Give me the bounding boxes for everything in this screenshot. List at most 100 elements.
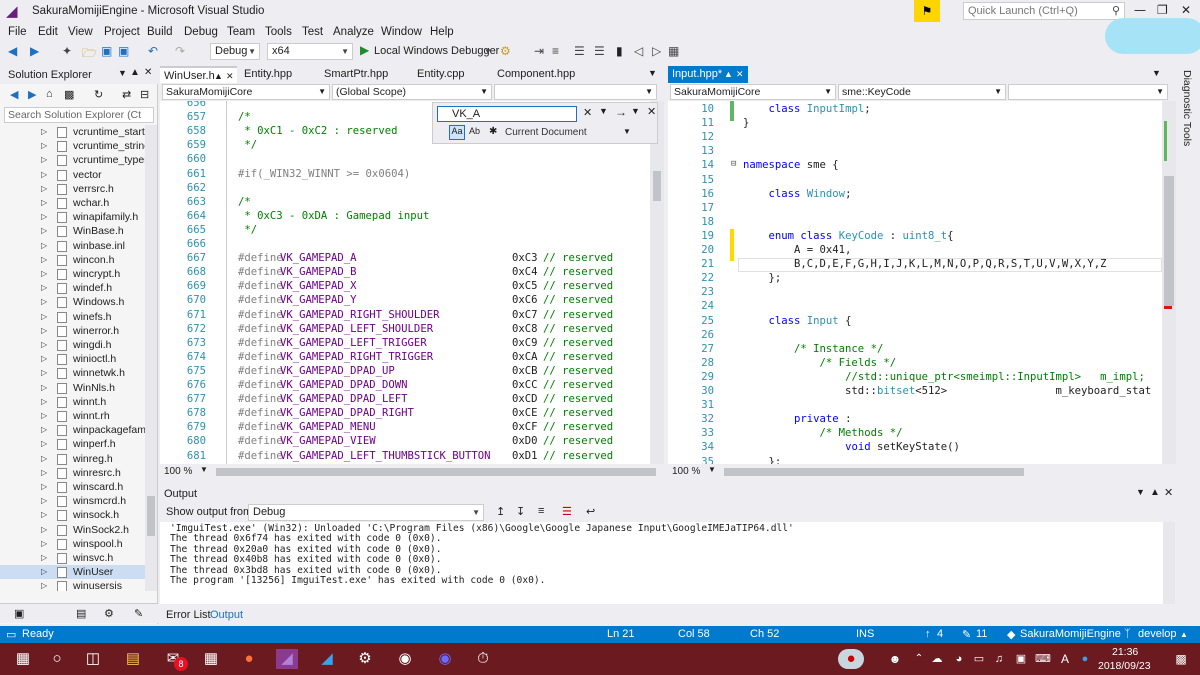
clock-date[interactable]: 2018/09/23 (1098, 660, 1151, 672)
expand-icon[interactable]: ▷ (41, 551, 47, 565)
expand-icon[interactable]: ▷ (41, 139, 47, 153)
tree-item[interactable]: ▷ wincon.h (0, 253, 145, 267)
tree-item[interactable]: ▷ winusersis (0, 579, 145, 591)
branch-icon[interactable]: ᛉ (1124, 628, 1131, 640)
tab-entity-hpp[interactable]: Entity.hpp (240, 66, 292, 83)
volume-icon[interactable]: ♫ (988, 649, 1010, 669)
expand-icon[interactable]: ▷ (41, 381, 47, 395)
tree-item[interactable]: ▷ winioctl.h (0, 352, 145, 366)
property-manager-tab-icon[interactable]: ⚙ (104, 607, 114, 620)
expand-icon[interactable]: ▷ (41, 338, 47, 352)
tree-item[interactable]: ▷ vcruntime_string. (0, 139, 145, 153)
tree-item[interactable]: ▷ winsvc.h (0, 551, 145, 565)
step-icon[interactable]: ⇥ (534, 44, 544, 58)
zoom-dropdown-icon[interactable]: ▼ (708, 465, 716, 474)
tab-entity-cpp[interactable]: Entity.cpp (413, 66, 465, 83)
left-code-editor[interactable]: 656 657/* 658 * 0xC1 - 0xC2 : reserved 659 … (160, 101, 650, 464)
keyboard-icon[interactable]: ⌨ (1032, 649, 1054, 669)
scope-select[interactable]: sme::KeyCode ▼ (838, 84, 1006, 100)
expand-icon[interactable]: ▷ (41, 480, 47, 494)
branch-name[interactable]: develop (1138, 628, 1177, 640)
menu-analyze[interactable]: Analyze (333, 26, 374, 38)
expand-icon[interactable]: ▷ (41, 210, 47, 224)
close-icon[interactable]: ✕ (1164, 486, 1173, 499)
menu-test[interactable]: Test (302, 26, 323, 38)
collapse-icon[interactable]: ⊟ (731, 159, 736, 169)
scrollbar-thumb[interactable] (147, 496, 155, 536)
expand-icon[interactable]: ▷ (41, 182, 47, 196)
scrollbar-thumb[interactable] (653, 171, 661, 201)
close-icon[interactable]: ✕ (736, 66, 744, 83)
repo-name[interactable]: SakuraMomijiEngine (1020, 628, 1121, 640)
menu-view[interactable]: View (68, 26, 93, 38)
tree-item[interactable]: ▷ winnt.h (0, 395, 145, 409)
clock-time[interactable]: 21:36 (1112, 646, 1138, 658)
format-icon[interactable]: ≡ (552, 44, 559, 58)
vertical-scrollbar[interactable] (1162, 101, 1176, 464)
run-button-label[interactable]: Local Windows Debugger (374, 45, 499, 57)
project-select[interactable]: SakuraMomijiCore ▼ (162, 84, 330, 100)
horizontal-scrollbar[interactable] (216, 468, 656, 476)
scrollbar-thumb[interactable] (1164, 176, 1174, 306)
find-dropdown-icon[interactable]: ▼ (599, 106, 608, 116)
comment-icon[interactable]: ☰ (574, 44, 585, 58)
branch-dropdown-icon[interactable]: ▲ (1180, 630, 1188, 639)
menu-build[interactable]: Build (147, 26, 173, 38)
find-scope[interactable]: Current Document (505, 127, 587, 138)
expand-icon[interactable]: ▷ (41, 281, 47, 295)
close-icon[interactable]: ✕ (144, 67, 152, 78)
tab-overflow-icon[interactable]: ▼ (648, 68, 657, 78)
restore-button[interactable]: ❐ (1157, 3, 1168, 17)
start-debugging-icon[interactable]: ▶ (360, 43, 369, 57)
close-icon[interactable]: ✕ (647, 105, 656, 118)
output-source-select[interactable]: Debug ▼ (248, 504, 484, 521)
pencil-icon[interactable]: ✎ (962, 628, 971, 641)
redo-icon[interactable]: ↷ (175, 44, 185, 58)
expand-icon[interactable]: ▷ (41, 537, 47, 551)
tab-input-hpp[interactable]: Input.hpp* ▲ ✕ (668, 66, 748, 83)
tree-item[interactable]: ▷ wingdi.h (0, 338, 145, 352)
wifi-icon[interactable]: ◕ (948, 649, 970, 669)
chevron-down-icon[interactable]: ▼ (484, 47, 492, 56)
firefox-icon[interactable]: ● (238, 649, 260, 669)
output-text[interactable]: 'ImguiTest.exe' (Win32): Unloaded 'C:\Pr… (160, 522, 1165, 604)
expand-icon[interactable]: ▷ (41, 466, 47, 480)
tree-item[interactable]: ▷ winefs.h (0, 310, 145, 324)
publish-icon[interactable]: ↑ (925, 628, 931, 640)
tab-component-hpp[interactable]: Component.hpp (493, 66, 575, 83)
expand-icon[interactable]: ▷ (41, 168, 47, 182)
pin-icon[interactable]: ▲ (130, 67, 140, 78)
expand-icon[interactable]: ▷ (41, 239, 47, 253)
tree-item[interactable]: ▷ Windows.h (0, 295, 145, 309)
clear-icon[interactable]: ✕ (583, 106, 592, 119)
task-view-icon[interactable]: ◫ (82, 649, 104, 669)
expand-icon[interactable]: ▷ (41, 579, 47, 591)
menu-file[interactable]: File (8, 26, 27, 38)
pinned-app-icon[interactable]: ● (838, 649, 864, 669)
back-icon[interactable]: ◀ (10, 88, 18, 101)
tree-item[interactable]: ▷ winapifamily.h (0, 210, 145, 224)
changes-count[interactable]: 11 (976, 628, 987, 640)
tab-smartptr-hpp[interactable]: SmartPtr.hpp (320, 66, 388, 83)
dropdown-icon[interactable]: ▼ (118, 68, 127, 78)
regex-icon[interactable]: ✱ (489, 126, 497, 137)
dropdown-icon[interactable]: ▼ (1136, 487, 1145, 497)
save-icon[interactable]: ▣ (101, 44, 112, 58)
expand-icon[interactable]: ▷ (41, 366, 47, 380)
options-icon[interactable]: ▼ (631, 106, 640, 116)
prev-bookmark-icon[interactable]: ◁ (634, 44, 643, 58)
menu-team[interactable]: Team (227, 26, 255, 38)
open-folder-icon[interactable]: 🗁 (82, 44, 97, 65)
expand-icon[interactable]: ▷ (41, 324, 47, 338)
tree-item[interactable]: ▷ vcruntime_typeir (0, 153, 145, 167)
expand-icon[interactable]: ▷ (41, 153, 47, 167)
find-message-icon[interactable]: ≡ (538, 505, 544, 517)
start-icon[interactable]: ▦ (12, 649, 34, 669)
people-icon[interactable]: ☻ (884, 649, 906, 669)
member-select[interactable]: ▼ (1008, 84, 1168, 100)
file-explorer-icon[interactable]: ▤ (122, 649, 144, 669)
switch-views-icon[interactable]: ▩ (64, 88, 74, 101)
zoom-dropdown-icon[interactable]: ▼ (200, 465, 208, 474)
bookmark-icon[interactable]: ▮ (616, 44, 623, 58)
ime-icon[interactable]: ● (1074, 649, 1096, 669)
